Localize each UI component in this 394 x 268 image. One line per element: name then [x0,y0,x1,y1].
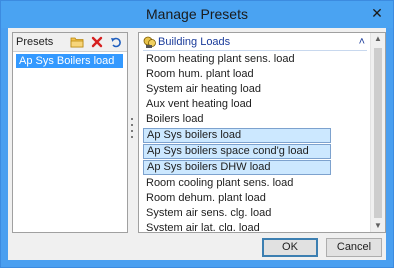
list-item[interactable]: Aux vent heating load [143,97,329,112]
preset-item[interactable]: Ap Sys Boilers load [16,54,123,68]
presets-header: Presets [13,33,127,52]
scroll-up-icon[interactable]: ▲ [371,33,385,45]
list-item[interactable]: Room hum. plant load [143,67,329,82]
collapse-icon[interactable]: ˄ [359,36,365,48]
title-bar: Manage Presets ✕ [1,1,393,28]
list-item-selected[interactable]: Ap Sys boilers space cond'g load [143,144,331,159]
delete-preset-button[interactable] [89,34,105,49]
delete-icon [91,36,103,47]
vertical-scrollbar[interactable]: ▲ ▼ [370,33,385,232]
dialog-client-area: Presets Ap Sys Boilers load Building Loa… [8,28,386,260]
list-item[interactable]: Room heating plant sens. load [143,52,329,67]
undo-icon [111,37,121,47]
scroll-down-icon[interactable]: ▼ [371,220,385,232]
building-loads-panel: Building Loads ˄ Room heating plant sens… [138,32,386,233]
open-folder-button[interactable] [69,34,85,49]
scroll-thumb[interactable] [374,48,382,218]
list-item-selected[interactable]: Ap Sys boilers load [143,128,331,143]
building-loads-icon [143,36,156,48]
list-item[interactable]: Room cooling plant sens. load [143,176,329,191]
ok-button[interactable]: OK [262,238,318,257]
list-item-selected[interactable]: Ap Sys boilers DHW load [143,160,331,175]
list-item[interactable]: System air heating load [143,82,329,97]
cancel-button[interactable]: Cancel [326,238,382,257]
list-item[interactable]: System air sens. clg. load [143,206,329,221]
group-title: Building Loads [158,36,231,48]
folder-icon [70,37,84,47]
building-loads-group-header[interactable]: Building Loads ˄ [143,35,367,51]
presets-panel: Presets Ap Sys Boilers load [12,32,128,233]
panel-splitter[interactable] [129,118,135,138]
list-item[interactable]: System air lat. clg. load [143,221,329,231]
window-title: Manage Presets [146,6,248,22]
list-item[interactable]: Boilers load [143,112,329,127]
close-icon: ✕ [371,5,383,21]
manage-presets-window: Manage Presets ✕ Presets Ap Sys Boilers … [0,0,394,268]
list-item[interactable]: Room dehum. plant load [143,191,329,206]
undo-button[interactable] [108,34,124,49]
close-button[interactable]: ✕ [369,5,385,21]
presets-label: Presets [16,36,54,48]
